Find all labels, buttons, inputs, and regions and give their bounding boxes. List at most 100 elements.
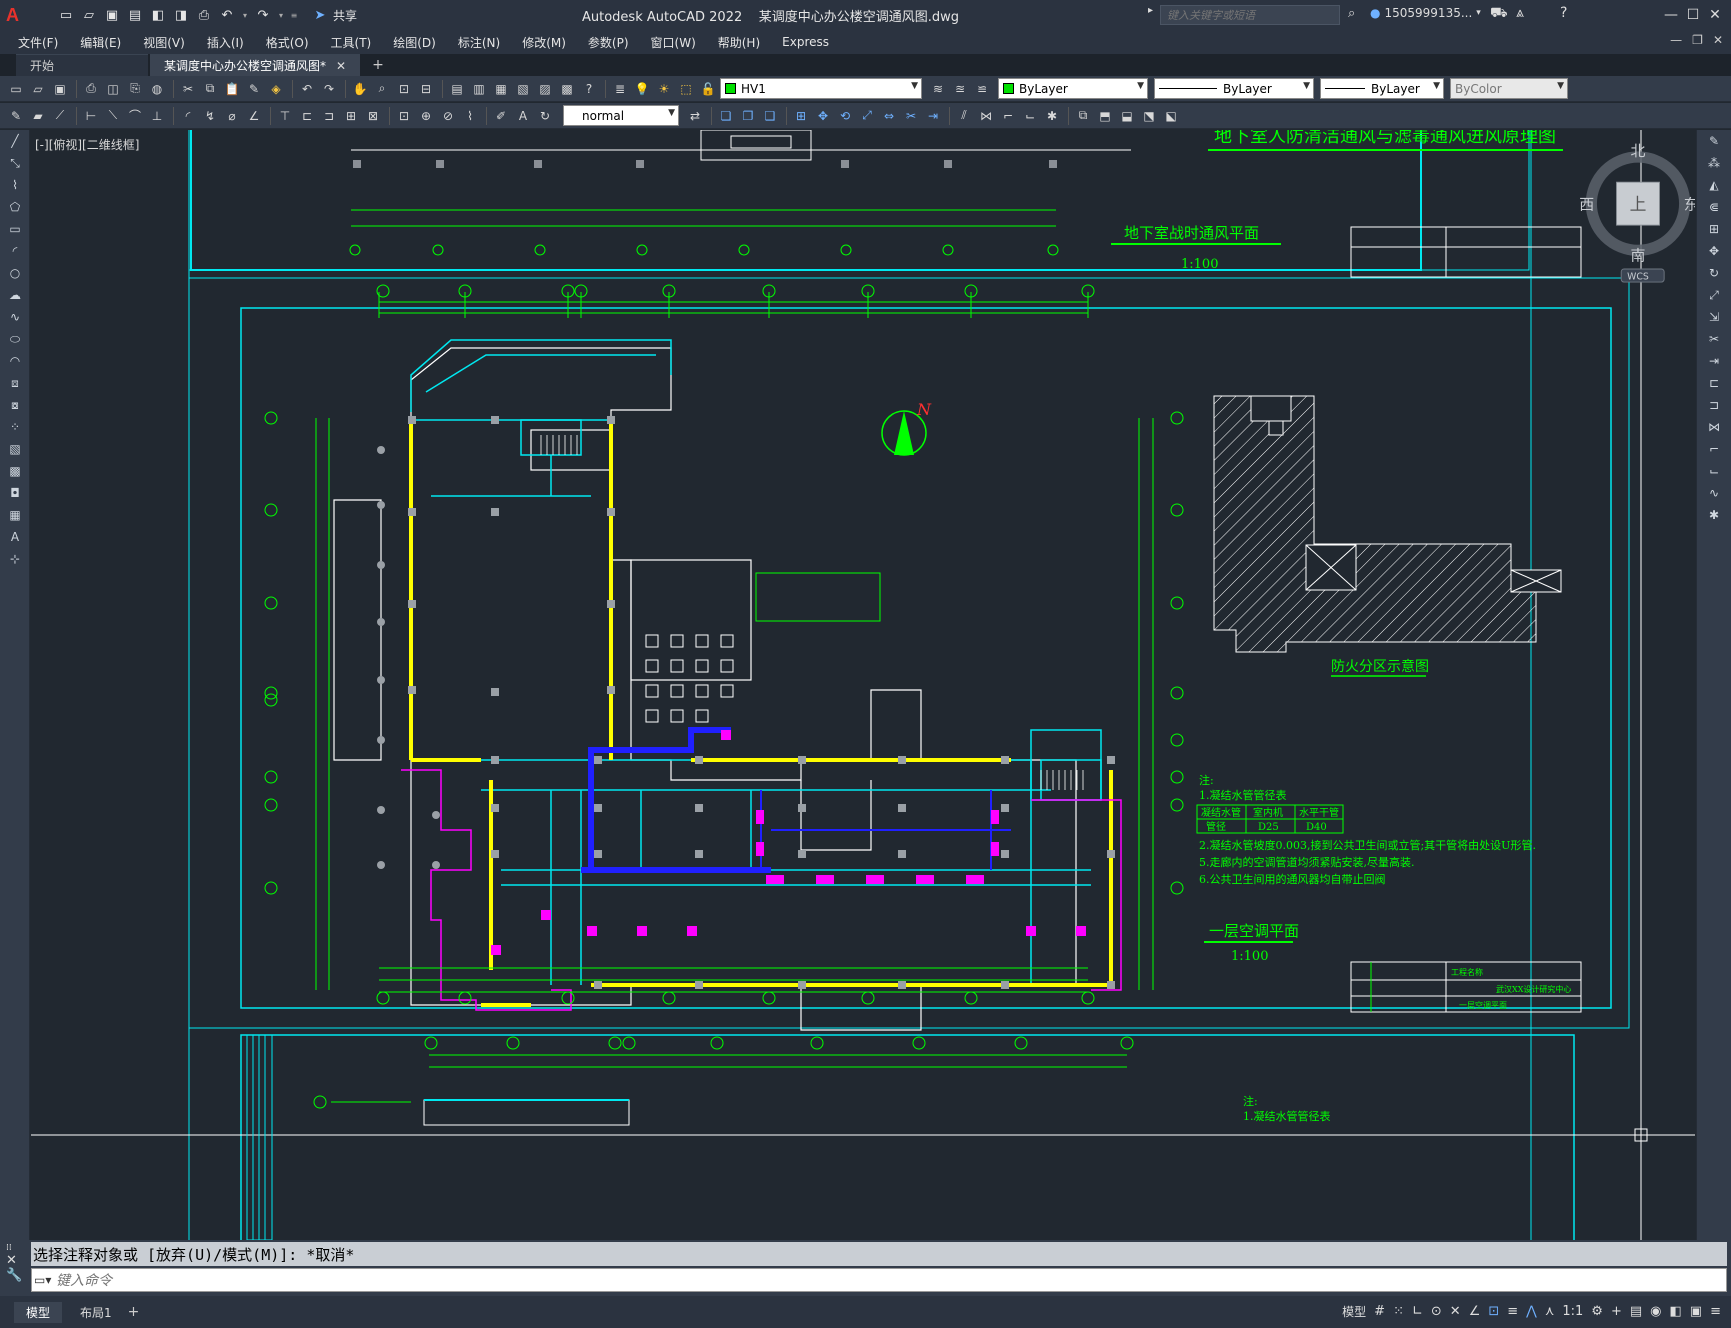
make-block-icon[interactable]: ⧇ xyxy=(0,394,30,416)
search-input[interactable] xyxy=(1160,5,1340,25)
line-icon[interactable]: ╱ xyxy=(0,130,30,152)
clean-screen-icon[interactable]: ▣ xyxy=(1690,1304,1702,1319)
menu-dimension[interactable]: 标注(N) xyxy=(458,34,500,51)
layer-on-icon[interactable]: 💡 xyxy=(632,79,652,99)
doc-close-icon[interactable]: ✕ xyxy=(1713,33,1723,47)
units-icon[interactable]: ▤ xyxy=(1630,1304,1642,1319)
menu-draw[interactable]: 绘图(D) xyxy=(393,34,436,51)
modify-rotate-icon[interactable]: ⟲ xyxy=(835,106,855,126)
menu-edit[interactable]: 编辑(E) xyxy=(80,34,121,51)
diameter-dimension-icon[interactable]: ⌀ xyxy=(222,106,242,126)
copy-object-icon[interactable]: ⁂ xyxy=(1697,152,1731,174)
zoom-realtime-icon[interactable]: ⌕ xyxy=(372,79,392,99)
make-current-layer-icon[interactable]: ≋ xyxy=(928,79,948,99)
selection-cycling-icon[interactable]: ⊡ xyxy=(1488,1304,1499,1319)
spline-icon[interactable]: ∿ xyxy=(0,306,30,328)
jogged-dimension-icon[interactable]: ↯ xyxy=(200,106,220,126)
maximize-icon[interactable]: ☐ xyxy=(1682,4,1704,26)
layer-properties-icon[interactable]: ≣ xyxy=(610,79,630,99)
customize-qat-icon[interactable]: ≡ xyxy=(289,5,299,25)
mirror-icon[interactable]: ◭ xyxy=(1697,174,1731,196)
annotation-scale[interactable]: 1:1 xyxy=(1562,1304,1583,1319)
auto-scale-icon[interactable]: ⋏ xyxy=(1545,1304,1555,1319)
modify-array-icon[interactable]: ⊞ xyxy=(791,106,811,126)
customize-icon[interactable]: 🔧 xyxy=(6,1268,26,1283)
command-input[interactable] xyxy=(56,1272,1726,1288)
angular-dimension-icon[interactable]: ∠ xyxy=(244,106,264,126)
layer-freeze-icon[interactable]: ☀ xyxy=(654,79,674,99)
command-prompt-icon[interactable]: ▭▾ xyxy=(34,1273,56,1287)
modify-break-icon[interactable]: ⫽ xyxy=(954,106,974,126)
autocad-logo[interactable]: A xyxy=(6,4,28,26)
erase-icon[interactable]: ✎ xyxy=(1697,130,1731,152)
3d-print-icon[interactable]: ◍ xyxy=(147,79,167,99)
text-style-dropdown[interactable]: normal ▼ xyxy=(563,105,679,126)
command-line[interactable]: ▭▾ xyxy=(31,1268,1727,1292)
cart-icon[interactable]: ⛟ xyxy=(1490,5,1508,23)
workspace-gear-icon[interactable]: ⚙ xyxy=(1591,1304,1603,1319)
undo-dropdown-icon[interactable]: ▾ xyxy=(240,5,250,25)
save-icon[interactable]: ▣ xyxy=(102,5,122,25)
model-space-label[interactable]: 模型 xyxy=(1342,1303,1366,1320)
color-dropdown[interactable]: ByLayer ▼ xyxy=(998,78,1148,99)
jogged-linear-icon[interactable]: ⌇ xyxy=(460,106,480,126)
match-properties-icon[interactable]: ✎ xyxy=(244,79,264,99)
multileader-icon[interactable]: ⟋ xyxy=(50,106,70,126)
trim-icon[interactable]: ✂ xyxy=(1697,328,1731,350)
layer-lock-icon[interactable]: 🔓 xyxy=(698,79,718,99)
annotation-monitor-icon[interactable]: + xyxy=(1611,1304,1622,1319)
gradient-icon[interactable]: ▩ xyxy=(0,460,30,482)
blend-icon[interactable]: ∿ xyxy=(1697,482,1731,504)
plotstyle-dropdown[interactable]: ByColor ▼ xyxy=(1450,78,1568,99)
tab-layout1[interactable]: 布局1 xyxy=(68,1302,124,1323)
markup-icon[interactable]: ▨ xyxy=(535,79,555,99)
grip-icon[interactable]: ⁞⁞ xyxy=(6,1244,26,1253)
scale-icon[interactable]: ⤢ xyxy=(1697,284,1731,306)
multiline-text-icon[interactable]: A xyxy=(0,526,30,548)
fillet-icon[interactable]: ⌙ xyxy=(1697,460,1731,482)
layer-states-icon[interactable]: ≌ xyxy=(972,79,992,99)
viewport-label[interactable]: [-][俯视][二维线框] xyxy=(35,136,139,153)
qnew-icon[interactable]: ▭ xyxy=(6,79,26,99)
redo-icon[interactable]: ↷ xyxy=(253,5,273,25)
radius-dimension-icon[interactable]: ◜ xyxy=(178,106,198,126)
share-button[interactable]: ➤ 共享 xyxy=(310,5,357,25)
offset-icon[interactable]: ⋐ xyxy=(1697,196,1731,218)
menu-window[interactable]: 窗口(W) xyxy=(651,34,696,51)
add-layout-icon[interactable]: + xyxy=(128,1304,140,1320)
send-back-icon[interactable]: ⬓ xyxy=(1117,106,1137,126)
close-icon[interactable]: ✕ xyxy=(1704,4,1726,26)
tab-model[interactable]: 模型 xyxy=(14,1301,63,1323)
continue-dimension-icon[interactable]: ⊐ xyxy=(319,106,339,126)
help-icon[interactable]: ? xyxy=(579,79,599,99)
extend-icon[interactable]: ⇥ xyxy=(1697,350,1731,372)
layer-dropdown[interactable]: HV1 ▼ xyxy=(720,78,922,99)
circle-icon[interactable]: ○ xyxy=(0,262,30,284)
pan-icon[interactable]: ✋ xyxy=(350,79,370,99)
explode-icon[interactable]: ✱ xyxy=(1697,504,1731,526)
menu-tools[interactable]: 工具(T) xyxy=(331,34,372,51)
menu-modify[interactable]: 修改(M) xyxy=(522,34,566,51)
modify-offset-icon[interactable]: ❑ xyxy=(760,106,780,126)
object-snap-tracking-icon[interactable]: ✕ xyxy=(1450,1304,1461,1319)
modify-stretch-icon[interactable]: ⇔ xyxy=(879,106,899,126)
tab-start[interactable]: 开始 xyxy=(16,54,148,76)
add-selected-icon[interactable]: ⊹ xyxy=(0,548,30,570)
save-icon[interactable]: ▣ xyxy=(50,79,70,99)
design-center-icon[interactable]: ▥ xyxy=(469,79,489,99)
customization-icon[interactable]: ≡ xyxy=(1710,1304,1721,1319)
user-account[interactable]: ● 1505999135... ▾ xyxy=(1370,6,1481,20)
layer-previous-icon[interactable]: ≊ xyxy=(950,79,970,99)
inspect-icon[interactable]: ⊘ xyxy=(438,106,458,126)
import-icon[interactable]: ◧ xyxy=(148,5,168,25)
doc-restore-icon[interactable]: ❐ xyxy=(1692,33,1703,47)
stretch-icon[interactable]: ⇲ xyxy=(1697,306,1731,328)
dimension-space-icon[interactable]: ⊞ xyxy=(341,106,361,126)
calculator-icon[interactable]: ▩ xyxy=(557,79,577,99)
break-at-point-icon[interactable]: ⊏ xyxy=(1697,372,1731,394)
center-mark-icon[interactable]: ⊕ xyxy=(416,106,436,126)
dimension-edit-icon[interactable]: ✐ xyxy=(491,106,511,126)
modify-fillet-icon[interactable]: ⌙ xyxy=(1020,106,1040,126)
arc-icon[interactable]: ◜ xyxy=(0,240,30,262)
join-icon[interactable]: ⋈ xyxy=(1697,416,1731,438)
